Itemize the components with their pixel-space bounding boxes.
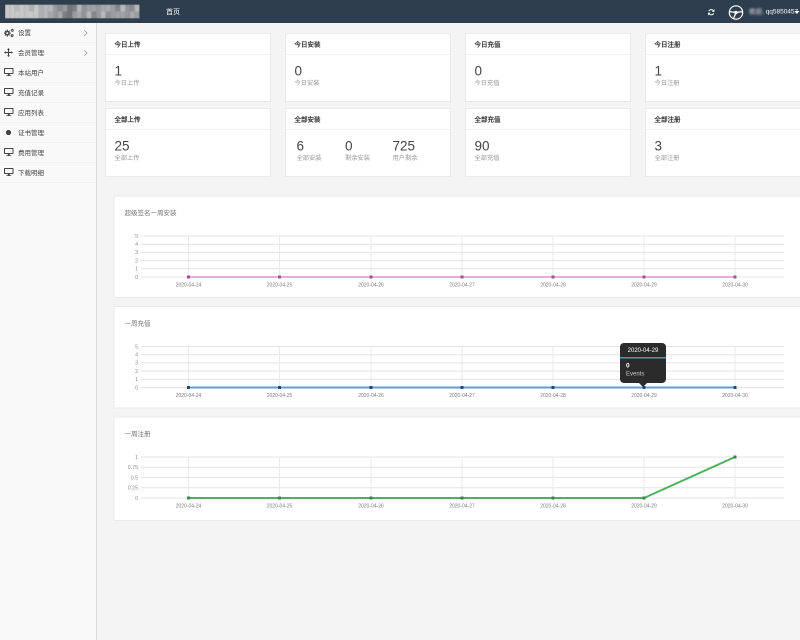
svg-text:2020-04-30: 2020-04-30: [722, 393, 748, 399]
svg-text:2020-04-28: 2020-04-28: [540, 393, 566, 399]
svg-text:2020-04-27: 2020-04-27: [449, 503, 475, 509]
svg-text:2020-04-26: 2020-04-26: [358, 503, 384, 509]
svg-text:5: 5: [135, 344, 138, 350]
svg-text:0: 0: [135, 275, 138, 281]
svg-text:2020-04-28: 2020-04-28: [540, 282, 566, 288]
svg-text:3: 3: [135, 250, 138, 256]
svg-text:2020-04-29: 2020-04-29: [631, 282, 657, 288]
svg-text:2020-04-27: 2020-04-27: [449, 393, 475, 399]
svg-text:0.5: 0.5: [131, 475, 138, 481]
svg-text:1: 1: [135, 377, 138, 383]
svg-text:0.75: 0.75: [128, 465, 138, 471]
svg-text:1: 1: [135, 267, 138, 273]
svg-text:2020-04-25: 2020-04-25: [267, 393, 293, 399]
svg-text:2020-04-26: 2020-04-26: [358, 393, 384, 399]
svg-text:2020-04-25: 2020-04-25: [267, 503, 293, 509]
svg-text:2020-04-29: 2020-04-29: [631, 503, 657, 509]
svg-text:0: 0: [135, 385, 138, 391]
svg-text:2020-04-27: 2020-04-27: [449, 282, 475, 288]
svg-text:2020-04-26: 2020-04-26: [358, 282, 384, 288]
svg-text:2020-04-25: 2020-04-25: [267, 282, 293, 288]
svg-text:2020-04-24: 2020-04-24: [176, 282, 202, 288]
svg-text:1: 1: [135, 455, 138, 461]
svg-text:4: 4: [135, 352, 138, 358]
svg-text:0: 0: [135, 496, 138, 502]
svg-text:5: 5: [135, 234, 138, 240]
svg-text:2020-04-24: 2020-04-24: [176, 503, 202, 509]
svg-text:2020-04-30: 2020-04-30: [722, 282, 748, 288]
svg-text:0.25: 0.25: [128, 486, 138, 492]
svg-text:2020-04-28: 2020-04-28: [540, 503, 566, 509]
svg-text:2020-04-29: 2020-04-29: [631, 393, 657, 399]
svg-text:2020-04-24: 2020-04-24: [176, 393, 202, 399]
svg-text:2: 2: [135, 258, 138, 264]
svg-text:3: 3: [135, 361, 138, 367]
svg-text:2020-04-30: 2020-04-30: [722, 503, 748, 509]
svg-text:4: 4: [135, 242, 138, 248]
svg-text:2: 2: [135, 369, 138, 375]
